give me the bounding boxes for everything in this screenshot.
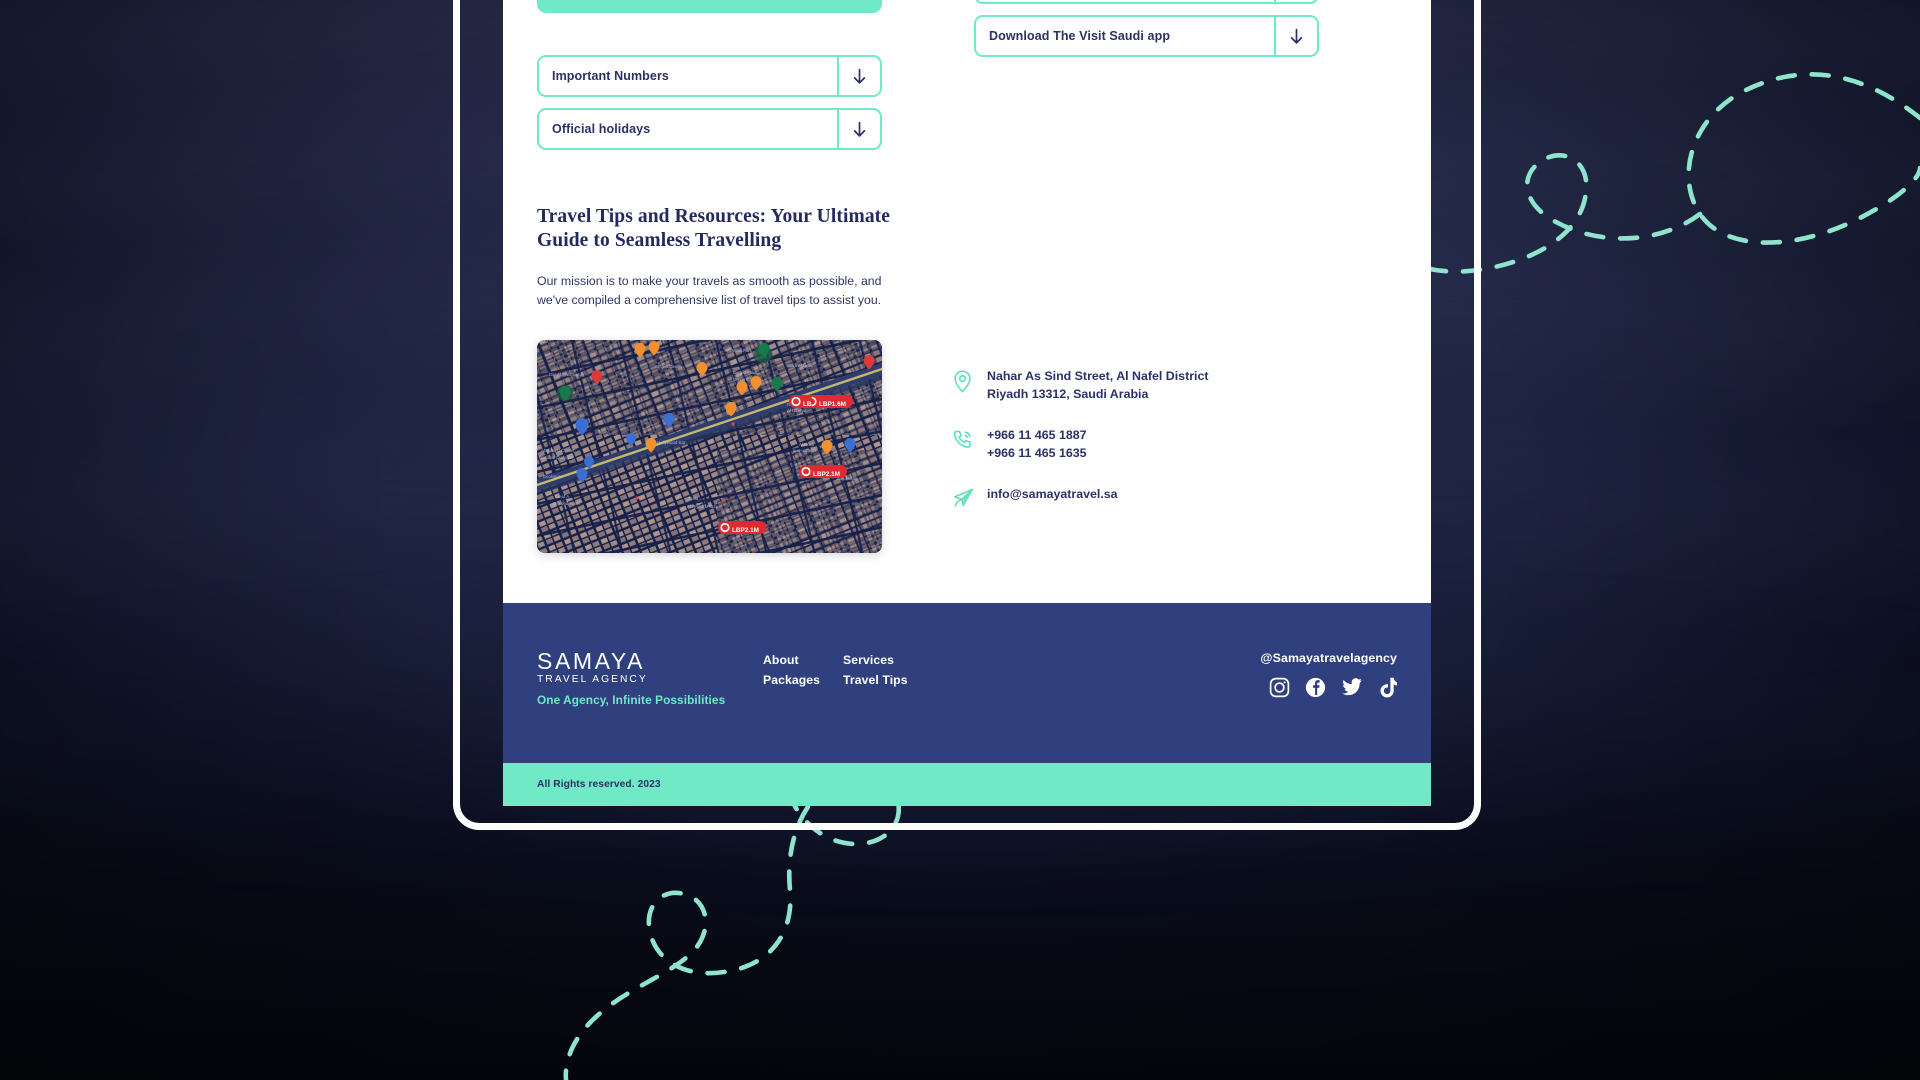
- svg-text:Bookstore: Bookstore: [543, 474, 563, 479]
- svg-text:Rafa: Rafa: [689, 496, 699, 501]
- svg-text:Hollywood Bar: Hollywood Bar: [657, 440, 686, 445]
- svg-text:Al Wadi Park: Al Wadi Park: [727, 348, 753, 353]
- facebook-icon[interactable]: [1305, 677, 1326, 698]
- footer-nav: About Packages Services Travel Tips: [763, 653, 908, 687]
- footer-nav-column-2: Services Travel Tips: [843, 653, 908, 687]
- location-map[interactable]: Al Wadi Park Buraid Wadi Wings Earth Wad…: [537, 340, 882, 553]
- down-arrow-icon[interactable]: [1274, 0, 1317, 2]
- svg-text:Buraid Wadi: Buraid Wadi: [733, 370, 757, 375]
- svg-text:LB: LB: [803, 401, 812, 408]
- svg-text:Sray & Center: Sray & Center: [655, 364, 683, 369]
- brand-tagline: One Agency, Infinite Possibilities: [537, 693, 726, 708]
- footer-social: @Samayatravelagency: [1260, 651, 1397, 698]
- down-arrow-icon[interactable]: [837, 110, 880, 148]
- travel-tips-paragraph: Our mission is to make your travels as s…: [537, 274, 882, 308]
- accordion-important-numbers[interactable]: Important Numbers: [537, 55, 882, 97]
- site-footer: SAMAYA TRAVEL AGENCY One Agency, Infinit…: [503, 603, 1431, 763]
- accordion-label: Official holidays: [552, 122, 651, 136]
- footer-nav-column-1: About Packages: [763, 653, 820, 687]
- svg-text:Worood Hotel: Worood Hotel: [553, 501, 580, 506]
- social-icon-row: [1260, 677, 1397, 698]
- brand-subtitle: TRAVEL AGENCY: [537, 674, 648, 685]
- phone-2[interactable]: +966 11 465 1635: [987, 445, 1087, 463]
- contact-address: Nahar As Sind Street, Al Nafel District …: [987, 368, 1208, 404]
- svg-text:AMRoa: AMRoa: [799, 442, 814, 447]
- copyright-bar: All Rights reserved. 2023: [503, 763, 1431, 806]
- accordion-official-holidays[interactable]: Official holidays: [537, 108, 882, 150]
- footer-link-about[interactable]: About: [763, 653, 820, 667]
- address-line-2: Riyadh 13312, Saudi Arabia: [987, 386, 1149, 401]
- map-canvas: Al Wadi Park Buraid Wadi Wings Earth Wad…: [537, 340, 882, 553]
- svg-text:Wadi Aldysiah: Wadi Aldysiah: [787, 363, 815, 368]
- svg-text:Al Izzahar: Al Izzahar: [787, 408, 807, 413]
- contact-email[interactable]: info@samayatravel.sa: [987, 486, 1118, 504]
- phone-icon: [953, 427, 987, 450]
- twitter-icon[interactable]: [1341, 677, 1363, 698]
- tiktok-icon[interactable]: [1378, 677, 1397, 698]
- footer-link-packages[interactable]: Packages: [763, 673, 820, 687]
- accordion-download-visit-saudi-app[interactable]: Download The Visit Saudi app: [974, 15, 1319, 57]
- svg-text:auq uabnGF: auq uabnGF: [793, 448, 818, 453]
- svg-text:Abdulaziz Center: Abdulaziz Center: [541, 448, 575, 453]
- svg-text:Dar Al Pharmacy: Dar Al Pharmacy: [549, 372, 583, 377]
- down-arrow-icon[interactable]: [1274, 17, 1317, 55]
- svg-text:National Dialogue: National Dialogue: [539, 455, 574, 460]
- contact-email-row: info@samayatravel.sa: [953, 486, 1208, 507]
- accordion-expanded-events[interactable]: Visit the Events calendar on Tourism Com…: [537, 0, 882, 13]
- social-handle: @Samayatravelagency: [1260, 651, 1397, 665]
- svg-text:Al Riyadh Plaza: Al Riyadh Plaza: [687, 504, 719, 509]
- paper-plane-icon: [953, 486, 987, 507]
- accordion-label: Important Numbers: [552, 69, 669, 83]
- accordion-label: [976, 0, 1274, 2]
- footer-logo[interactable]: SAMAYA TRAVEL AGENCY One Agency, Infinit…: [537, 648, 726, 708]
- page-viewport: Visit the Events calendar on Tourism Com…: [503, 0, 1431, 806]
- footer-link-services[interactable]: Services: [843, 653, 908, 667]
- brand-name: SAMAYA: [537, 648, 646, 674]
- svg-text:Boud A: Boud A: [555, 494, 569, 499]
- contact-address-row: Nahar As Sind Street, Al Nafel District …: [953, 368, 1208, 404]
- svg-text:LBP1.6M: LBP1.6M: [819, 401, 846, 408]
- contact-details: Nahar As Sind Street, Al Nafel District …: [953, 368, 1208, 530]
- copyright-text: All Rights reserved. 2023: [537, 779, 661, 790]
- contact-phones: +966 11 465 1887 +966 11 465 1635: [987, 427, 1087, 463]
- accordion-right-partial[interactable]: [974, 0, 1319, 4]
- map-pin-icon: [953, 368, 987, 393]
- svg-text:LBP2.1M: LBP2.1M: [813, 471, 840, 478]
- instagram-icon[interactable]: [1269, 677, 1290, 698]
- travel-tips-heading: Travel Tips and Resources: Your Ultimate…: [537, 206, 891, 252]
- contact-phone-row: +966 11 465 1887 +966 11 465 1635: [953, 427, 1208, 463]
- down-arrow-icon[interactable]: [837, 57, 880, 95]
- svg-text:LBP2.1M: LBP2.1M: [732, 527, 759, 534]
- address-line-1: Nahar As Sind Street, Al Nafel District: [987, 369, 1209, 383]
- accordion-label: Download The Visit Saudi app: [989, 29, 1171, 43]
- phone-1[interactable]: +966 11 465 1887: [987, 427, 1087, 445]
- footer-link-travel-tips[interactable]: Travel Tips: [843, 673, 908, 687]
